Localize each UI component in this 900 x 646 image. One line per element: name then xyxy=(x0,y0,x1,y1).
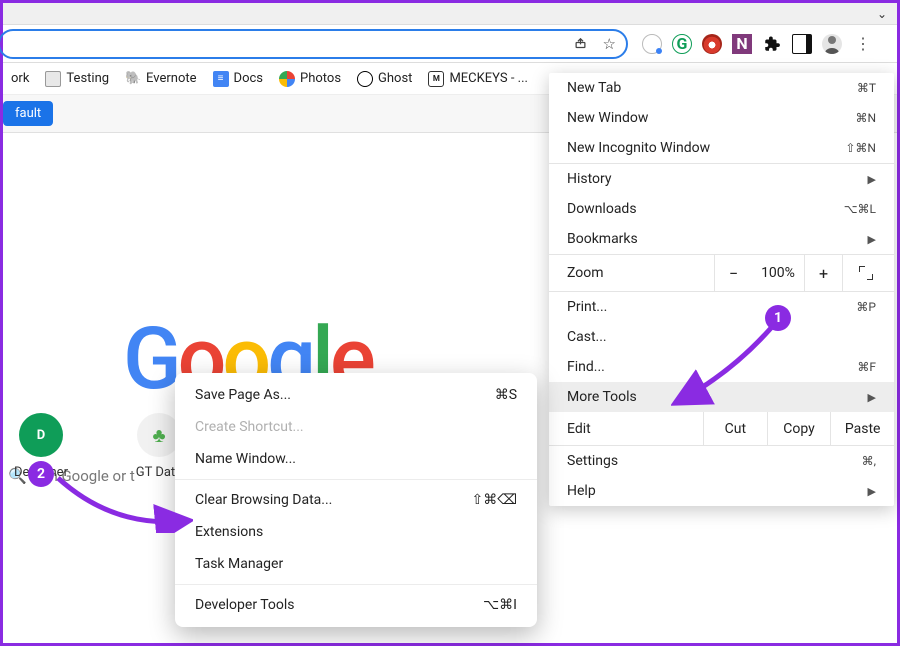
extension-onenote-icon[interactable]: N xyxy=(732,34,752,54)
extension-adblock-icon[interactable] xyxy=(642,34,662,54)
docs-icon: ≡ xyxy=(213,71,229,87)
extension-opera-icon[interactable] xyxy=(702,34,722,54)
more-tools-submenu: Save Page As...⌘S Create Shortcut... Nam… xyxy=(175,373,537,627)
evernote-icon: 🐘 xyxy=(125,71,141,87)
share-icon[interactable] xyxy=(573,35,588,54)
submenu-extensions[interactable]: Extensions xyxy=(175,516,537,548)
omnibox[interactable]: ☆ xyxy=(0,29,628,59)
menu-new-window[interactable]: New Window⌘N xyxy=(549,103,894,133)
window-titlebar: ⌄ xyxy=(3,3,897,25)
address-bar-row: ☆ G N ⋮ xyxy=(3,25,897,63)
submenu-task-manager[interactable]: Task Manager xyxy=(175,548,537,580)
chevron-right-icon: ▶ xyxy=(868,485,876,498)
tabs-chevron-icon[interactable]: ⌄ xyxy=(877,7,887,21)
annotation-badge-2: 2 xyxy=(28,461,54,487)
profile-avatar-icon[interactable] xyxy=(822,34,842,54)
menu-settings[interactable]: Settings⌘, xyxy=(549,446,894,476)
menu-help[interactable]: Help▶ xyxy=(549,476,894,506)
menu-history[interactable]: History▶ xyxy=(549,164,894,194)
menu-incognito[interactable]: New Incognito Window⇧⌘N xyxy=(549,133,894,163)
annotation-badge-1: 1 xyxy=(765,305,791,331)
bookmark-star-icon[interactable]: ☆ xyxy=(603,35,616,53)
edit-paste-button[interactable]: Paste xyxy=(830,412,894,445)
side-panel-icon[interactable] xyxy=(792,34,812,54)
kebab-menu-icon[interactable]: ⋮ xyxy=(852,34,872,54)
submenu-developer-tools[interactable]: Developer Tools⌥⌘I xyxy=(175,589,537,621)
bookmark-testing[interactable]: Testing xyxy=(45,71,109,87)
bookmark-work[interactable]: ork xyxy=(11,71,29,86)
extensions-puzzle-icon[interactable] xyxy=(762,34,782,54)
annotation-arrow-1 xyxy=(671,323,781,413)
bookmark-evernote[interactable]: 🐘Evernote xyxy=(125,71,196,87)
chevron-right-icon: ▶ xyxy=(868,173,876,186)
chevron-right-icon: ▶ xyxy=(868,391,876,404)
meckeys-icon: M xyxy=(428,71,444,87)
bookmark-photos[interactable]: Photos xyxy=(279,71,341,87)
bookmark-docs[interactable]: ≡Docs xyxy=(213,71,263,87)
edit-copy-button[interactable]: Copy xyxy=(767,412,831,445)
fullscreen-button[interactable] xyxy=(842,255,888,291)
ghost-icon xyxy=(357,71,373,87)
toolbar-right: G N ⋮ xyxy=(628,34,872,54)
submenu-save-page[interactable]: Save Page As...⌘S xyxy=(175,379,537,411)
set-default-button[interactable]: fault xyxy=(3,101,53,126)
menu-print[interactable]: Print...⌘P xyxy=(549,292,894,322)
menu-downloads[interactable]: Downloads⌥⌘L xyxy=(549,194,894,224)
shortcut-icon: D xyxy=(19,413,63,457)
folder-icon xyxy=(45,71,61,87)
chevron-right-icon: ▶ xyxy=(868,233,876,246)
zoom-in-button[interactable]: + xyxy=(804,255,842,291)
menu-new-tab[interactable]: New Tab⌘T xyxy=(549,73,894,103)
submenu-create-shortcut: Create Shortcut... xyxy=(175,411,537,443)
zoom-percent: 100% xyxy=(752,265,804,281)
menu-edit-row: Edit Cut Copy Paste xyxy=(549,412,894,446)
zoom-out-button[interactable]: − xyxy=(714,255,752,291)
menu-bookmarks[interactable]: Bookmarks▶ xyxy=(549,224,894,254)
photos-icon xyxy=(279,71,295,87)
extension-grammarly-icon[interactable]: G xyxy=(672,34,692,54)
menu-zoom-row: Zoom − 100% + xyxy=(549,254,894,292)
edit-cut-button[interactable]: Cut xyxy=(703,412,767,445)
bookmark-ghost[interactable]: Ghost xyxy=(357,71,412,87)
fullscreen-icon xyxy=(859,266,873,280)
annotation-arrow-2 xyxy=(53,473,193,533)
bookmark-meckeys[interactable]: MMECKEYS - ... xyxy=(428,71,528,87)
chrome-main-menu: New Tab⌘T New Window⌘N New Incognito Win… xyxy=(549,73,894,506)
submenu-name-window[interactable]: Name Window... xyxy=(175,443,537,475)
submenu-clear-data[interactable]: Clear Browsing Data...⇧⌘⌫ xyxy=(175,484,537,516)
